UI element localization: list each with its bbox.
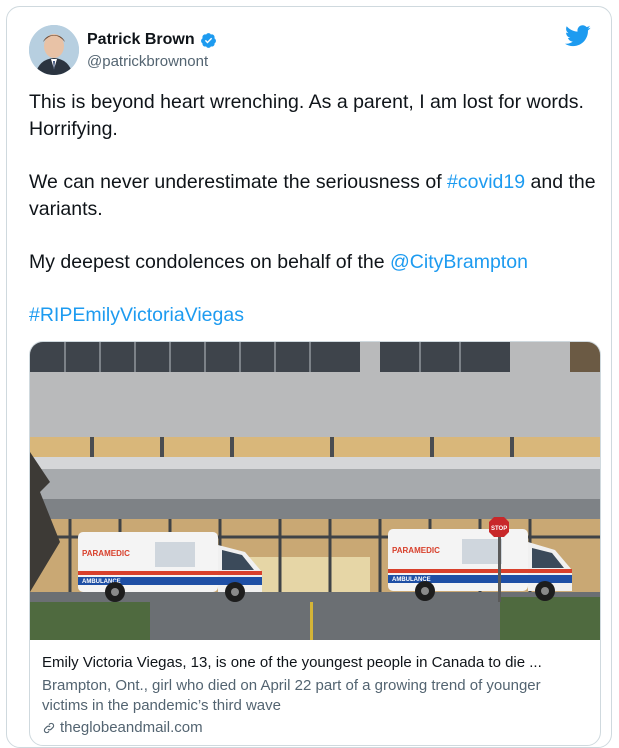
hashtag-ripemilyvictoriaviegas[interactable]: #RIPEmilyVictoriaViegas [29,304,244,326]
twitter-bird-icon[interactable] [565,25,591,47]
link-preview-domain-row[interactable]: theglobeandmail.com [42,719,203,736]
tweet-paragraph-3: My deepest condolences on behalf of the … [29,249,604,276]
stop-sign-text: STOP [491,526,507,532]
verified-badge-icon [200,32,216,48]
author-name[interactable]: Patrick Brown [87,31,195,49]
link-preview-title[interactable]: Emily Victoria Viegas, 13, is one of the… [42,654,590,671]
tweet-card[interactable]: Patrick Brown @patrickbrownont This is b… [6,6,612,748]
tweet-paragraph-1: This is beyond heart wrenching. As a par… [29,91,584,140]
author-name-row: Patrick Brown [87,31,217,49]
ambulance-text-paramedic-2: PARAMEDIC [392,546,440,555]
tweet-paragraph-4: #RIPEmilyVictoriaViegas [29,302,604,329]
author-handle[interactable]: @patrickbrownont [87,53,208,70]
author-avatar[interactable] [29,25,79,75]
link-preview-image: PARAMEDIC AMBULANCE PARAMEDIC AMBULANCE [30,342,600,640]
ambulance-text-paramedic: PARAMEDIC [82,549,130,558]
tweet-paragraph-2: We can never underestimate the seriousne… [29,169,604,223]
mention-citybrampton[interactable]: @CityBrampton [390,251,528,273]
link-preview-domain: theglobeandmail.com [60,719,203,736]
tweet-text-segment: My deepest condolences on behalf of the [29,251,390,273]
link-preview-card[interactable]: PARAMEDIC AMBULANCE PARAMEDIC AMBULANCE [29,341,601,746]
hashtag-covid19[interactable]: #covid19 [447,171,525,193]
tweet-text-segment: We can never underestimate the seriousne… [29,171,448,193]
tweet-text: This is beyond heart wrenching. As a par… [29,89,604,329]
link-icon [43,722,55,733]
link-preview-description: Brampton, Ont., girl who died on April 2… [42,677,541,714]
